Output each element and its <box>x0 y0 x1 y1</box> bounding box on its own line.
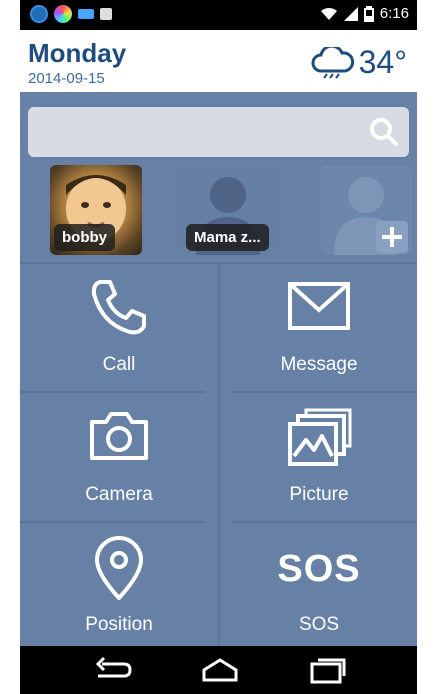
temperature: 34° <box>358 44 407 80</box>
phone-icon <box>91 280 146 335</box>
home-icon[interactable] <box>200 656 240 684</box>
envelope-icon <box>288 282 350 330</box>
sos-icon: SOS <box>277 548 361 590</box>
header: Monday 2014-09-15 34° <box>20 30 417 92</box>
location-pin-icon <box>95 536 143 600</box>
rain-cloud-icon <box>311 46 354 79</box>
wifi-icon <box>320 7 337 20</box>
sos-button[interactable]: SOS SOS <box>220 524 417 654</box>
status-left-icons <box>30 5 112 23</box>
status-time: 6:16 <box>379 5 409 22</box>
app-icon-rainbow <box>54 5 72 23</box>
image-icon <box>100 8 112 20</box>
navigation-bar <box>20 646 417 694</box>
position-button[interactable]: Position <box>20 524 218 654</box>
contact-name: bobby <box>54 224 115 251</box>
search-icon[interactable] <box>369 117 399 147</box>
camera-icon <box>90 412 148 460</box>
status-right: 6:16 <box>320 5 409 23</box>
camera-button[interactable]: Camera <box>20 394 218 524</box>
status-bar: 6:16 <box>20 0 417 30</box>
app-icon-blue <box>30 5 48 23</box>
battery-icon <box>363 6 374 22</box>
add-contact-tile <box>320 165 412 255</box>
day-label: Monday <box>28 38 127 68</box>
picture-label: Picture <box>289 484 349 505</box>
message-label: Message <box>280 354 358 375</box>
weather-widget[interactable]: 34° <box>311 44 407 81</box>
call-label: Call <box>102 354 136 375</box>
message-button[interactable]: Message <box>220 264 417 394</box>
date-label: 2014-09-15 <box>28 70 105 87</box>
call-button[interactable]: Call <box>20 264 218 394</box>
contact-name: Mama z... <box>186 224 269 251</box>
search-bar[interactable] <box>28 107 409 157</box>
battery-small-icon <box>78 9 94 19</box>
contacts-row: bobby Mama z... <box>20 165 417 263</box>
back-icon[interactable] <box>92 656 132 684</box>
sos-label: SOS <box>298 614 340 635</box>
picture-button[interactable]: Picture <box>220 394 417 524</box>
phone-screen: 6:16 Monday 2014-09-15 34° bobby Mama z.… <box>20 0 417 694</box>
add-contact-button[interactable] <box>320 165 417 255</box>
position-label: Position <box>85 614 153 635</box>
contact-mama[interactable]: Mama z... <box>182 165 280 255</box>
add-person-icon <box>334 177 408 255</box>
contact-bobby[interactable]: bobby <box>50 165 148 255</box>
app-grid: Call Message Camera Picture Position SOS… <box>20 264 417 646</box>
gallery-icon <box>288 408 352 466</box>
recent-apps-icon[interactable] <box>308 656 348 684</box>
camera-label: Camera <box>85 484 153 505</box>
signal-icon <box>343 7 358 21</box>
